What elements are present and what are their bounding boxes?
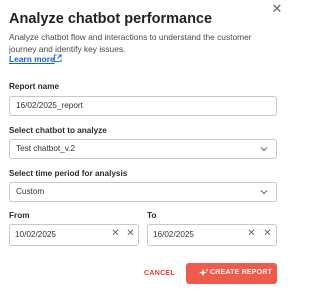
create-report-button[interactable]: CREATE REPORT — [186, 263, 277, 284]
to-label: To — [147, 211, 157, 220]
chevron-down-icon — [260, 147, 268, 152]
report-name-value: 16/02/2025_report — [16, 101, 83, 110]
chatbot-select-label: Select chatbot to analyze — [9, 126, 107, 135]
cancel-button[interactable]: CANCEL — [144, 270, 175, 277]
report-name-input[interactable]: 16/02/2025_report — [9, 96, 277, 116]
close-icon[interactable]: ✕ — [126, 229, 135, 239]
chevron-down-icon — [260, 190, 268, 195]
close-icon[interactable]: ✕ — [270, 2, 284, 16]
from-label: From — [9, 211, 30, 220]
close-icon[interactable]: ✕ — [263, 229, 272, 239]
analyze-dialog: ✕ Analyze chatbot performance Analyze ch… — [0, 0, 288, 300]
clear-icon[interactable]: ✕ — [247, 229, 256, 239]
to-date-value: 16/02/2025 — [153, 230, 194, 239]
period-select[interactable]: Custom — [9, 182, 277, 202]
report-name-label: Report name — [9, 82, 60, 91]
period-select-value: Custom — [16, 187, 45, 196]
learn-more-link[interactable]: Learn more — [9, 54, 55, 64]
to-date-input[interactable]: 16/02/2025 ✕ ✕ — [147, 224, 277, 246]
dialog-description: Analyze chatbot flow and interactions to… — [9, 32, 252, 54]
clear-icon[interactable]: ✕ — [111, 229, 120, 239]
external-link-icon[interactable] — [53, 54, 62, 63]
sparkle-icon — [199, 268, 209, 277]
create-report-label: CREATE REPORT — [210, 269, 272, 276]
from-date-value: 10/02/2025 — [15, 230, 56, 239]
period-select-label: Select time period for analysis — [9, 169, 128, 178]
from-date-input[interactable]: 10/02/2025 ✕ ✕ — [9, 224, 139, 246]
chatbot-select[interactable]: Test chatbot_v.2 — [9, 139, 277, 159]
dialog-title: Analyze chatbot performance — [9, 11, 213, 27]
chatbot-select-value: Test chatbot_v.2 — [16, 144, 76, 153]
